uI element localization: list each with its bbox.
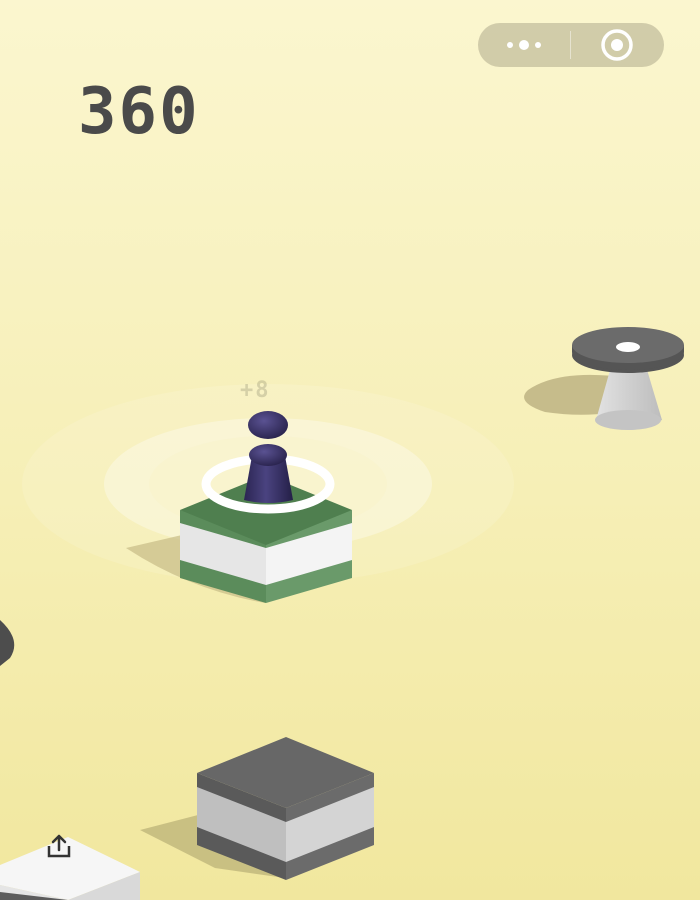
share-button[interactable] [44, 833, 74, 861]
bonus-popup: +8 [240, 378, 271, 403]
player-piece [244, 411, 293, 503]
offscreen-block-left [0, 620, 15, 666]
score-counter: 360 [78, 75, 200, 149]
more-button[interactable] [478, 23, 570, 67]
share-upload-icon [47, 834, 71, 858]
pedestal-platform [524, 327, 684, 430]
more-dots-icon [507, 40, 541, 50]
close-button[interactable] [571, 23, 663, 67]
target-circle-icon [601, 29, 633, 61]
mini-program-capsule [478, 23, 664, 67]
next-block [140, 737, 374, 880]
